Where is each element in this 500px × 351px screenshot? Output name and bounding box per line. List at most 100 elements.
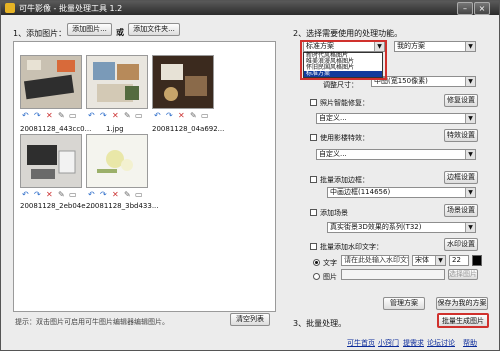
smart-fix-select[interactable]: 自定义... ▼	[316, 113, 476, 124]
rotate-left-icon[interactable]: ↶	[22, 111, 29, 120]
image-radio[interactable]	[313, 273, 320, 280]
add-folder-button[interactable]: 添加文件夹...	[128, 23, 180, 36]
close-button[interactable]: ×	[474, 2, 490, 15]
thumbnail-picture	[153, 56, 213, 108]
delete-icon[interactable]: ✕	[112, 190, 119, 199]
minimize-button[interactable]: –	[457, 2, 473, 15]
thumbnail-picture	[21, 135, 81, 187]
text-radio-label: 文字	[323, 259, 337, 267]
image-filename: 20081128_443cc0...	[20, 125, 92, 133]
scene-checkbox[interactable]	[310, 209, 317, 216]
rotate-left-icon[interactable]: ↶	[22, 190, 29, 199]
font-select[interactable]: 宋体 ▼	[412, 255, 446, 266]
text-radio[interactable]	[313, 259, 320, 266]
watermark-checkbox[interactable]	[310, 243, 317, 250]
image-filename: 20081128_2eb04e...	[20, 202, 93, 210]
image-thumbnail[interactable]	[86, 134, 148, 188]
chevron-down-icon: ▼	[435, 256, 445, 265]
frame-select-value: 中画边框(114656)	[330, 188, 391, 196]
rotate-right-icon[interactable]: ↷	[100, 111, 107, 120]
info-icon[interactable]: ▭	[135, 190, 143, 199]
footer-link-help[interactable]: 帮助	[463, 338, 477, 348]
smart-fix-select-value: 自定义...	[319, 114, 347, 122]
rotate-left-icon[interactable]: ↶	[88, 190, 95, 199]
frame-settings-button[interactable]: 边框设置	[444, 171, 478, 184]
color-picker-swatch[interactable]	[472, 255, 482, 266]
effects-settings-button[interactable]: 特效设置	[444, 129, 478, 142]
my-scheme-select-value: 我的方案	[397, 42, 425, 50]
delete-icon[interactable]: ✕	[46, 111, 53, 120]
frame-select[interactable]: 中画边框(114656) ▼	[327, 187, 476, 198]
thumbnail-picture	[21, 56, 81, 108]
radio-dot	[315, 261, 318, 264]
manage-scheme-button[interactable]: 管理方案	[383, 297, 425, 310]
fix-settings-button[interactable]: 修复设置	[444, 94, 478, 107]
frame-checkbox[interactable]	[310, 176, 317, 183]
watermark-settings-button[interactable]: 水印设置	[444, 238, 478, 251]
watermark-text-input[interactable]: 请在此处输入水印文字	[341, 255, 409, 266]
clear-list-button[interactable]: 清空列表	[230, 313, 270, 326]
chevron-down-icon: ▼	[465, 188, 475, 197]
rotate-right-icon[interactable]: ↷	[34, 190, 41, 199]
image-filename: 20081128_3bd433...	[86, 202, 159, 210]
chevron-down-icon: ▼	[465, 114, 475, 123]
image-thumbnail[interactable]	[152, 55, 214, 109]
delete-icon[interactable]: ✕	[178, 111, 185, 120]
smart-fix-checkbox[interactable]	[310, 99, 317, 106]
effects-checkbox[interactable]	[310, 134, 317, 141]
effects-select-value: 自定义...	[319, 150, 347, 158]
watermark-image-path[interactable]	[341, 269, 445, 280]
image-filename: 20081128_04a692...	[152, 125, 225, 133]
footer-link-home[interactable]: 可牛首页	[347, 338, 375, 348]
font-size-select[interactable]: 22	[449, 255, 469, 266]
image-list-panel: ↶ ↷ ✕ ✎ ▭ 20081128_443cc0... ↶ ↷ ✕ ✎ ▭ 1…	[13, 41, 276, 312]
rotate-right-icon[interactable]: ↷	[100, 190, 107, 199]
frame-label: 批量添加边框：	[320, 176, 369, 184]
image-radio-label: 图片	[323, 273, 337, 281]
image-thumbnail[interactable]	[20, 55, 82, 109]
rotate-left-icon[interactable]: ↶	[154, 111, 161, 120]
info-icon[interactable]: ▭	[69, 190, 77, 199]
chevron-down-icon: ▼	[465, 223, 475, 232]
hint-text: 提示：双击图片可启用可牛图片编辑器编辑图片。	[15, 318, 169, 326]
info-icon[interactable]: ▭	[135, 111, 143, 120]
generate-images-button[interactable]: 批量生成图片	[437, 313, 489, 328]
window-title: 可牛影像 - 批量处理工具 1.2	[19, 4, 123, 13]
scene-settings-button[interactable]: 场景设置	[444, 204, 478, 217]
font-size-value: 22	[452, 256, 461, 264]
rotate-left-icon[interactable]: ↶	[88, 111, 95, 120]
chevron-down-icon: ▼	[465, 150, 475, 159]
image-thumbnail[interactable]	[20, 134, 82, 188]
watermark-label: 批量添加水印文字：	[320, 243, 383, 251]
image-thumbnail[interactable]	[86, 55, 148, 109]
rotate-right-icon[interactable]: ↷	[34, 111, 41, 120]
batch-process-title: 3、批量处理。	[293, 319, 347, 328]
my-scheme-select[interactable]: 我的方案 ▼	[394, 41, 476, 52]
edit-icon[interactable]: ✎	[124, 111, 131, 120]
choose-image-button[interactable]: 选择图片	[448, 269, 478, 280]
footer-link-tips[interactable]: 小窍门	[378, 338, 399, 348]
edit-icon[interactable]: ✎	[190, 111, 197, 120]
size-label: 调整尺寸：	[323, 81, 358, 89]
footer-link-forum[interactable]: 论坛讨论	[427, 338, 455, 348]
image-filename: 1.jpg	[106, 125, 124, 133]
scene-select[interactable]: 真实街景3D效果的系列(T32) ▼	[327, 222, 476, 233]
edit-icon[interactable]: ✎	[58, 190, 65, 199]
edit-icon[interactable]: ✎	[124, 190, 131, 199]
scheme-option-selected[interactable]: 标准方案	[304, 71, 382, 77]
chevron-down-icon: ▼	[465, 77, 475, 86]
rotate-right-icon[interactable]: ↷	[166, 111, 173, 120]
delete-icon[interactable]: ✕	[46, 190, 53, 199]
edit-icon[interactable]: ✎	[58, 111, 65, 120]
add-image-button[interactable]: 添加图片...	[67, 23, 112, 36]
info-icon[interactable]: ▭	[201, 111, 209, 120]
delete-icon[interactable]: ✕	[112, 111, 119, 120]
or-label: 或	[116, 28, 124, 37]
info-icon[interactable]: ▭	[69, 111, 77, 120]
effects-select[interactable]: 自定义... ▼	[316, 149, 476, 160]
thumbnail-picture	[87, 56, 147, 108]
smart-fix-label: 照片智能修复：	[320, 99, 369, 107]
save-scheme-button[interactable]: 保存为我的方案	[436, 297, 488, 310]
scene-label: 添加场景	[320, 209, 348, 217]
footer-link-request[interactable]: 提需求	[403, 338, 424, 348]
